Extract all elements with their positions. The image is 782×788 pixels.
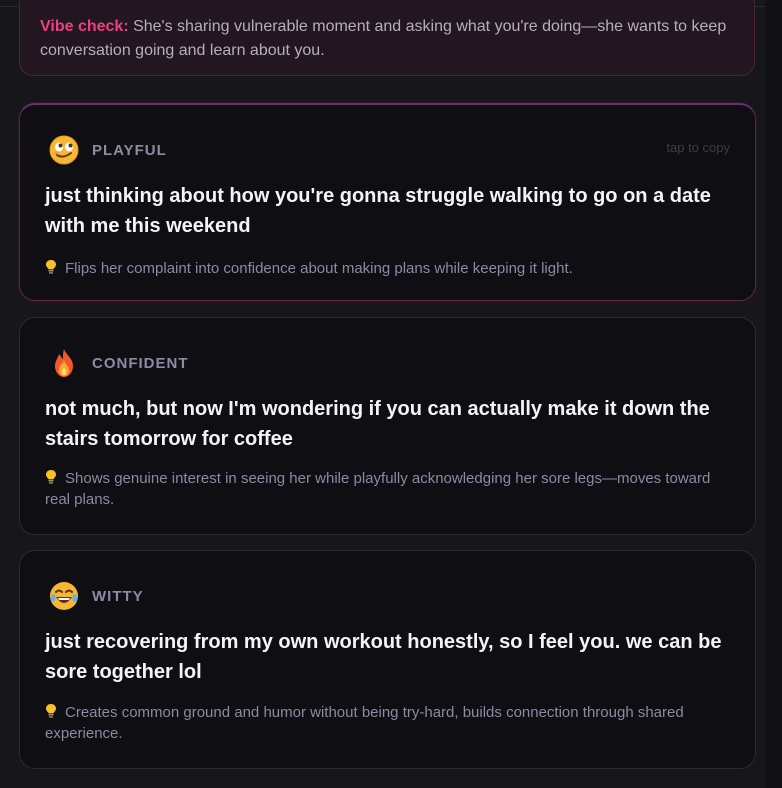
- tone-label: WITTY: [92, 587, 144, 605]
- reply-card-playful[interactable]: PLAYFUL tap to copy just thinking about …: [19, 103, 756, 301]
- reply-text[interactable]: just thinking about how you're gonna str…: [45, 181, 735, 241]
- vibe-check-text: She's sharing vulnerable moment and aski…: [40, 18, 727, 59]
- lightbulb-icon: [46, 260, 56, 274]
- playful-face-icon: [49, 135, 79, 165]
- reply-text[interactable]: not much, but now I'm wondering if you c…: [45, 394, 735, 454]
- laughing-tears-icon: [50, 582, 78, 610]
- vibe-check-banner: Vibe check: She's sharing vulnerable mom…: [19, 0, 755, 76]
- reply-text[interactable]: just recovering from my own workout hone…: [45, 627, 735, 687]
- explanation-text: Shows genuine interest in seeing her whi…: [45, 470, 711, 508]
- explanation: Shows genuine interest in seeing her whi…: [45, 468, 725, 510]
- explanation: Flips her complaint into confidence abou…: [45, 258, 725, 279]
- tone-label: PLAYFUL: [92, 141, 167, 159]
- explanation-text: Flips her complaint into confidence abou…: [65, 260, 573, 277]
- card-header: PLAYFUL: [48, 133, 167, 167]
- explanation: Creates common ground and humor without …: [45, 702, 725, 744]
- lightbulb-icon: [46, 470, 56, 484]
- card-header: CONFIDENT: [48, 346, 189, 380]
- reply-card-witty[interactable]: WITTY just recovering from my own workou…: [19, 550, 756, 769]
- tone-label: CONFIDENT: [92, 354, 189, 372]
- reply-card-confident[interactable]: CONFIDENT not much, but now I'm wonderin…: [19, 317, 756, 535]
- card-header: WITTY: [48, 579, 144, 613]
- lightbulb-icon: [46, 704, 56, 718]
- explanation-text: Creates common ground and humor without …: [45, 704, 684, 742]
- tap-to-copy-hint[interactable]: tap to copy: [666, 140, 730, 155]
- scrollbar-track[interactable]: [765, 0, 782, 788]
- fire-icon: [55, 349, 73, 377]
- vibe-check-label: Vibe check:: [40, 18, 129, 35]
